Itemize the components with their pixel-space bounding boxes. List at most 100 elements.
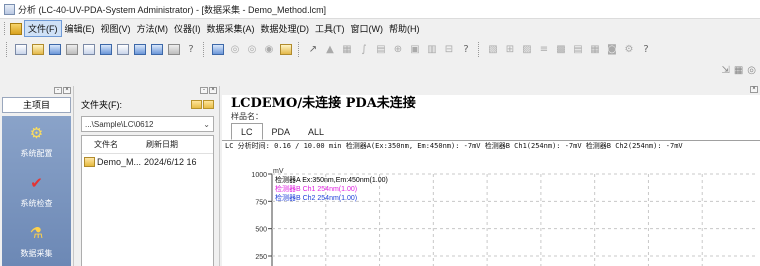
print-report-icon[interactable]: ⊞ — [503, 42, 517, 56]
left-nav-pane: - × 主项目 ⚙ 系统配置 ✔ 系统检查 ⚗ 数据采集 — [0, 86, 74, 266]
window-title: 分析 (LC-40-UV-PDA-System Administrator) -… — [18, 4, 327, 15]
table-icon[interactable]: ▦ — [340, 42, 354, 56]
settings-icon[interactable]: ◎ — [747, 65, 756, 76]
menu-grip[interactable] — [4, 22, 7, 35]
view-icon[interactable] — [99, 42, 113, 56]
tab-pda[interactable]: PDA — [263, 125, 300, 140]
help-icon-2[interactable]: ? — [639, 42, 653, 56]
y-tick-label: 1000 — [251, 172, 267, 179]
close-pane-button[interactable]: × — [209, 87, 217, 94]
pane-header: - × — [0, 86, 73, 95]
link-icon[interactable]: ▩ — [554, 42, 568, 56]
y-axis-label: mV — [273, 168, 284, 175]
nav-label: 系统配置 — [20, 149, 53, 158]
folder-path: ...\Sample\LC\0612 — [85, 119, 154, 129]
chevron-down-icon[interactable]: ⌄ — [203, 120, 210, 129]
open-icon[interactable] — [31, 42, 45, 56]
calc-icon[interactable]: ▤ — [374, 42, 388, 56]
list-icon[interactable]: ▤ — [571, 42, 585, 56]
new-icon[interactable] — [14, 42, 28, 56]
file-list: 文件名 刷新日期 Demo_M... 2024/6/12 16 — [81, 135, 214, 266]
tab-lc[interactable]: LC — [231, 123, 263, 140]
method-file-icon — [84, 157, 95, 167]
app-icon — [4, 3, 15, 15]
start-icon[interactable]: ◎ — [228, 42, 242, 56]
folder-label: 文件夹(F): — [81, 99, 122, 110]
close-pane-button[interactable]: × — [63, 87, 71, 94]
pane-header: - × — [76, 86, 219, 95]
legend-entry: 检测器B Ch2 254nm(1.00) — [275, 193, 357, 202]
close-view-button[interactable]: × — [750, 86, 758, 93]
help-icon[interactable]: ? — [184, 42, 198, 56]
pin-button[interactable]: - — [54, 87, 62, 94]
chart-icon[interactable] — [167, 42, 181, 56]
nav-panel: ⚙ 系统配置 ✔ 系统检查 ⚗ 数据采集 — [2, 116, 71, 266]
menu-tools[interactable]: 工具(T) — [312, 21, 348, 36]
title-bar: 分析 (LC-40-UV-PDA-System Administrator) -… — [0, 0, 760, 19]
legend-entry: 检测器B Ch1 254nm(1.00) — [275, 184, 357, 193]
menu-method[interactable]: 方法(M) — [134, 21, 172, 36]
system-check-icon: ✔ — [30, 174, 43, 192]
zoom-icon[interactable]: ⊕ — [391, 42, 405, 56]
menu-edit[interactable]: 编辑(E) — [62, 21, 98, 36]
main-toolbar: ? ◎ ◎ ◉ ↗ ▲ ▦ ∫ ▤ ⊕ ▣ ▥ ⊟ ? ▧ ⊞ ▨ ≡ ▩ ▤ … — [0, 38, 760, 60]
method-icon[interactable] — [211, 42, 225, 56]
report-icon[interactable]: ▧ — [486, 42, 500, 56]
folder-path-select[interactable]: ...\Sample\LC\0612 ⌄ — [81, 116, 214, 132]
db-icon[interactable]: ▨ — [520, 42, 534, 56]
tools-icon[interactable]: ▣ — [408, 42, 422, 56]
pause-icon[interactable]: ◉ — [262, 42, 276, 56]
tab-all[interactable]: ALL — [299, 125, 333, 140]
nav-system-config[interactable]: ⚙ 系统配置 — [2, 116, 71, 166]
queue-icon[interactable]: ≡ — [537, 42, 551, 56]
menu-window[interactable]: 窗口(W) — [348, 21, 387, 36]
batch-icon[interactable]: ⊟ — [442, 42, 456, 56]
print-icon[interactable] — [65, 42, 79, 56]
data-acquisition-icon: ⚗ — [29, 224, 44, 242]
save-icon[interactable] — [48, 42, 62, 56]
stop-icon[interactable]: ◎ — [245, 42, 259, 56]
menu-instrument[interactable]: 仪器(I) — [171, 21, 204, 36]
system-config-icon: ⚙ — [29, 124, 44, 142]
export-icon[interactable]: ▥ — [425, 42, 439, 56]
sample-name-label: 样品名： — [231, 112, 263, 121]
list-item[interactable]: Demo_M... 2024/6/12 16 — [82, 154, 213, 170]
secondary-toolbar: ⇲ ▦ ◎ — [721, 60, 756, 80]
print-preview-icon[interactable] — [82, 42, 96, 56]
toolbar-grip[interactable] — [6, 41, 9, 57]
integrate-icon[interactable]: ∫ — [357, 42, 371, 56]
window-icon[interactable] — [133, 42, 147, 56]
y-tick-label: 250 — [255, 254, 267, 261]
menu-help[interactable]: 帮助(H) — [386, 21, 423, 36]
menu-file[interactable]: 文件(F) — [24, 20, 62, 37]
nav-system-check[interactable]: ✔ 系统检查 — [2, 166, 71, 216]
toolbar-grip-4[interactable] — [478, 41, 481, 57]
options-icon[interactable]: ⚙ — [622, 42, 636, 56]
pin-button[interactable]: - — [200, 87, 208, 94]
column-filename[interactable]: 文件名 — [82, 139, 144, 150]
menu-processing[interactable]: 数据处理(D) — [258, 21, 313, 36]
main-project-tab[interactable]: 主项目 — [2, 97, 71, 113]
pane-header: × — [222, 86, 760, 95]
panel-icon[interactable] — [150, 42, 164, 56]
layout-icon[interactable] — [116, 42, 130, 56]
zoom-icon[interactable]: ⇲ — [721, 65, 729, 76]
menu-view[interactable]: 视图(V) — [98, 21, 134, 36]
nav-data-acquisition[interactable]: ⚗ 数据采集 — [2, 216, 71, 266]
edit-icon[interactable] — [279, 42, 293, 56]
peak-icon[interactable]: ▲ — [323, 42, 337, 56]
question-icon[interactable]: ? — [459, 42, 473, 56]
column-date[interactable]: 刷新日期 — [144, 139, 178, 150]
menu-acquisition[interactable]: 数据采集(A) — [204, 21, 258, 36]
toolbar-grip-2[interactable] — [203, 41, 206, 57]
settings-icon[interactable]: ◙ — [605, 42, 619, 56]
folder-open-icon[interactable] — [203, 99, 214, 109]
folder-buttons — [191, 99, 214, 109]
toolbar-grip-3[interactable] — [298, 41, 301, 57]
view-tabs: LC PDA ALL — [222, 122, 760, 140]
grid-icon[interactable]: ▦ — [734, 65, 743, 76]
grid-view-icon[interactable]: ▦ — [588, 42, 602, 56]
folder-up-icon[interactable] — [191, 99, 202, 109]
chromatogram-chart[interactable]: 1000 750 500 250 mV检测器A Ex:350nm,Em:450nm(1.… — [222, 166, 760, 266]
cursor-icon[interactable]: ↗ — [306, 42, 320, 56]
